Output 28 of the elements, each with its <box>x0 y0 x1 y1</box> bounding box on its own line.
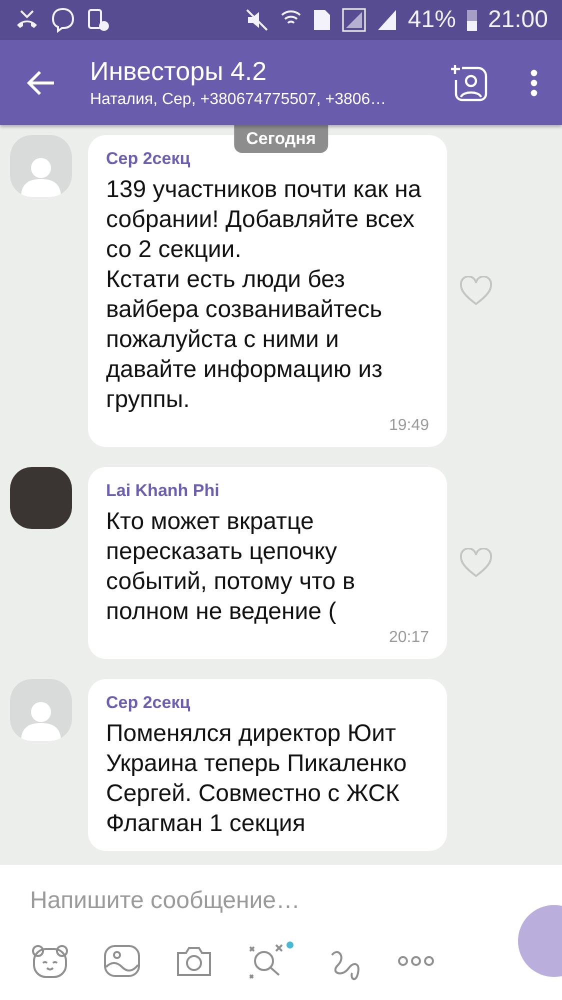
avatar-placeholder <box>10 679 72 741</box>
avatar-placeholder <box>10 135 72 197</box>
sender-name: Lai Khanh Phi <box>106 481 220 501</box>
more-icon <box>398 954 434 968</box>
add-person-icon <box>450 64 488 102</box>
message-text: Кто может вкратце пересказать цепочку событий, потому что в полном не ведение ( <box>106 507 356 627</box>
more-button[interactable] <box>398 954 434 968</box>
message-text: 139 участников почти как на собрании! Добавляйте всех со 2 секции. Кстати есть люди без вайбера созванивайтесь пожалуйста с ними и давайте информацию из группы. <box>106 175 422 415</box>
avatar-photo <box>10 467 72 529</box>
signal-icon <box>376 8 398 32</box>
sender-name: Сер 2секц <box>106 693 192 713</box>
more-vertical-icon <box>530 68 538 96</box>
sender-name: Сер 2секц <box>106 149 192 169</box>
battery-icon <box>466 8 478 32</box>
message-text: Поменялся директор Юит Украина теперь Пикаленко Сергей. Совместно с ЖСК Флагман 1 секция <box>106 719 408 839</box>
chat-title: Инвесторы 4.2 <box>90 56 268 87</box>
back-arrow-icon <box>26 70 56 96</box>
heart-icon <box>459 276 493 306</box>
date-badge: Сегодня <box>234 125 328 153</box>
clock-time: 21:00 <box>488 6 548 34</box>
heart-icon <box>459 548 493 578</box>
battery-percentage: 41% <box>408 6 456 34</box>
chat-members: Наталия, Сер, +380674775507, +3806… <box>90 91 388 109</box>
mute-icon <box>244 7 270 33</box>
message-time: 19:49 <box>388 417 429 435</box>
message-time: 20:17 <box>388 629 429 647</box>
sim-icon <box>312 8 332 32</box>
tablet-clock-icon <box>86 7 112 33</box>
